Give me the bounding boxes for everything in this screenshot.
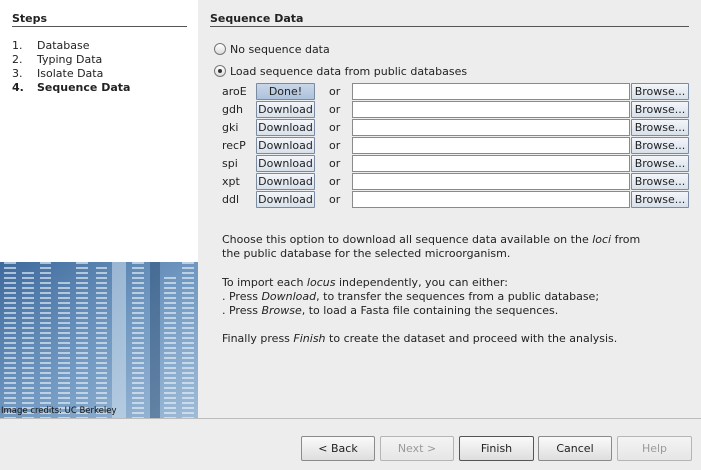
description-paragraph-2: To import each locus independently, you … (222, 276, 692, 318)
locus-row-xpt: xpt Download or Browse... (222, 173, 690, 191)
download-button[interactable]: Download (256, 155, 315, 172)
step-number: 4. (12, 81, 24, 94)
step-typing-data: 2. Typing Data (12, 53, 102, 66)
download-button[interactable]: Done! (256, 83, 315, 100)
or-label: or (329, 157, 341, 170)
step-number: 1. (12, 39, 23, 52)
gel-image-graphic (0, 262, 198, 418)
file-path-input[interactable] (352, 83, 630, 100)
step-isolate-data: 3. Isolate Data (12, 67, 103, 80)
desc-text: to create the dataset and proceed with t… (325, 332, 618, 345)
browse-button[interactable]: Browse... (631, 101, 689, 118)
download-button[interactable]: Download (256, 191, 315, 208)
locus-row-recp: recP Download or Browse... (222, 137, 690, 155)
description-paragraph-1: Choose this option to download all seque… (222, 233, 692, 261)
locus-row-gki: gki Download or Browse... (222, 119, 690, 137)
locus-row-gdh: gdh Download or Browse... (222, 101, 690, 119)
gel-electrophoresis-image: Image credits: UC Berkeley (0, 262, 198, 418)
radio-no-sequence-data[interactable] (214, 43, 226, 55)
or-label: or (329, 193, 341, 206)
step-label: Isolate Data (37, 67, 104, 80)
load-sequence-data-label: Load sequence data from public databases (230, 65, 468, 78)
locus-name: aroE (222, 85, 247, 98)
desc-text: from (611, 233, 641, 246)
load-sequence-data-option[interactable]: Load sequence data from public databases (214, 65, 467, 79)
next-button[interactable]: Next > (380, 436, 454, 461)
desc-text: , to load a Fasta file containing the se… (301, 304, 559, 317)
or-label: or (329, 121, 341, 134)
desc-text: the public database for the selected mic… (222, 247, 511, 260)
locus-row-ddl: ddl Download or Browse... (222, 191, 690, 209)
or-label: or (329, 103, 341, 116)
desc-emphasis: locus (306, 276, 336, 289)
file-path-input[interactable] (352, 101, 630, 118)
cancel-button[interactable]: Cancel (538, 436, 612, 461)
download-button[interactable]: Download (256, 137, 315, 154)
desc-text: independently, you can either: (335, 276, 508, 289)
desc-text: To import each (222, 276, 307, 289)
locus-name: ddl (222, 193, 240, 206)
file-path-input[interactable] (352, 137, 630, 154)
step-number: 3. (12, 67, 23, 80)
file-path-input[interactable] (352, 119, 630, 136)
locus-row-aroe: aroE Done! or Browse... (222, 83, 690, 101)
browse-button[interactable]: Browse... (631, 137, 689, 154)
browse-button[interactable]: Browse... (631, 119, 689, 136)
steps-panel: Steps 1. Database 2. Typing Data 3. Isolate… (0, 0, 198, 262)
step-database: 1. Database (12, 39, 90, 52)
desc-emphasis: Browse (261, 304, 302, 317)
browse-button[interactable]: Browse... (631, 83, 689, 100)
locus-name: gki (222, 121, 239, 134)
or-label: or (329, 175, 341, 188)
file-path-input[interactable] (352, 191, 630, 208)
browse-button[interactable]: Browse... (631, 191, 689, 208)
locus-name: spi (222, 157, 238, 170)
desc-emphasis: Finish (293, 332, 326, 345)
desc-text: . Press (222, 304, 262, 317)
file-path-input[interactable] (352, 173, 630, 190)
back-button[interactable]: < Back (301, 436, 375, 461)
desc-emphasis: loci (592, 233, 612, 246)
locus-name: xpt (222, 175, 240, 188)
desc-text: . Press (222, 290, 262, 303)
download-button[interactable]: Download (256, 119, 315, 136)
desc-emphasis: Download (261, 290, 317, 303)
image-credit: Image credits: UC Berkeley (1, 406, 117, 416)
steps-title: Steps (12, 12, 187, 27)
desc-text: Choose this option to download all seque… (222, 233, 593, 246)
step-number: 2. (12, 53, 23, 66)
desc-text: Finally press (222, 332, 294, 345)
locus-name: gdh (222, 103, 243, 116)
browse-button[interactable]: Browse... (631, 173, 689, 190)
locus-row-spi: spi Download or Browse... (222, 155, 690, 173)
or-label: or (329, 85, 341, 98)
section-title: Sequence Data (210, 12, 689, 27)
no-sequence-data-label: No sequence data (230, 43, 330, 56)
locus-name: recP (222, 139, 246, 152)
radio-load-sequence-data[interactable] (214, 65, 226, 77)
help-button[interactable]: Help (617, 436, 692, 461)
or-label: or (329, 139, 341, 152)
desc-text: , to transfer the sequences from a publi… (316, 290, 600, 303)
step-label: Sequence Data (37, 81, 131, 94)
step-label: Database (37, 39, 90, 52)
description-paragraph-3: Finally press Finish to create the datas… (222, 332, 692, 346)
download-button[interactable]: Download (256, 173, 315, 190)
finish-button[interactable]: Finish (459, 436, 534, 461)
no-sequence-data-option[interactable]: No sequence data (214, 43, 330, 57)
step-sequence-data: 4. Sequence Data (12, 81, 130, 94)
step-label: Typing Data (37, 53, 103, 66)
bottom-divider (0, 418, 701, 419)
browse-button[interactable]: Browse... (631, 155, 689, 172)
download-button[interactable]: Download (256, 101, 315, 118)
file-path-input[interactable] (352, 155, 630, 172)
